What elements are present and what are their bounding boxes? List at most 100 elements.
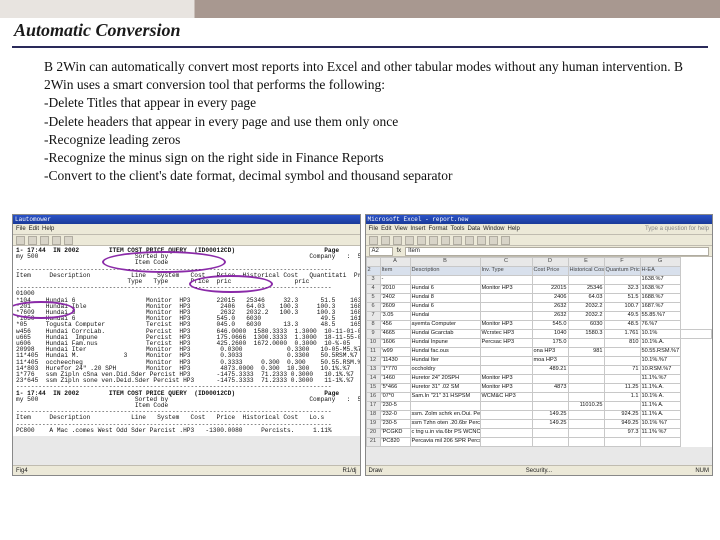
cell[interactable]: 100.7 — [604, 303, 640, 312]
cell[interactable] — [410, 276, 480, 285]
cell[interactable] — [480, 303, 532, 312]
cell[interactable]: WCM&C HP3 — [480, 393, 532, 402]
table-row[interactable]: 10'1606Hundai InpunePercsac HP3175.08101… — [366, 339, 712, 348]
row-num[interactable]: 8 — [366, 321, 380, 330]
cell[interactable]: 10.1%.%7 — [640, 357, 680, 366]
sort-az-icon[interactable] — [477, 236, 486, 245]
toolbar-icon[interactable] — [64, 236, 73, 245]
undo-icon[interactable] — [453, 236, 462, 245]
help-search-placeholder[interactable]: Type a question for help — [645, 226, 709, 232]
cell[interactable]: 11.1%.%7 — [640, 375, 680, 384]
cell[interactable] — [604, 438, 640, 447]
cell[interactable] — [480, 276, 532, 285]
table-row[interactable]: 15'5*466Huretor 31" .02 SMMonitor HP3487… — [366, 384, 712, 393]
sort-za-icon[interactable] — [489, 236, 498, 245]
cell[interactable]: 2032.2 — [568, 303, 604, 312]
cell[interactable]: 981 — [568, 348, 604, 357]
cell[interactable]: ona HP3 — [532, 348, 568, 357]
row-num[interactable]: 6 — [366, 303, 380, 312]
row-num[interactable]: 9 — [366, 330, 380, 339]
cell[interactable]: Hundai 6 — [410, 303, 480, 312]
cell[interactable]: 10.1%.A. — [640, 339, 680, 348]
table-row[interactable]: 18'232-0ssm. Zolm schrk en.Oui. Percist … — [366, 411, 712, 420]
paste-icon[interactable] — [441, 236, 450, 245]
menu-data[interactable]: Data — [467, 226, 480, 232]
cell[interactable]: '230-5 — [380, 402, 410, 411]
row-num[interactable]: 5 — [366, 294, 380, 303]
cell[interactable]: 1638.%7 — [640, 276, 680, 285]
cell[interactable] — [604, 276, 640, 285]
cell[interactable]: 2632 — [532, 303, 568, 312]
row-num[interactable]: 7 — [366, 312, 380, 321]
cell[interactable] — [532, 375, 568, 384]
cell[interactable]: 4873 — [532, 384, 568, 393]
cut-icon[interactable] — [417, 236, 426, 245]
header-cell[interactable]: Historical Costs — [568, 267, 604, 276]
toolbar-icon[interactable] — [28, 236, 37, 245]
cell[interactable]: 10.1% %7 — [640, 420, 680, 429]
cell[interactable]: 'PCGKD — [380, 429, 410, 438]
cell[interactable]: 11.25 — [604, 384, 640, 393]
cell[interactable]: c tng u.in via.6br PS WCNCS. HP3 — [410, 429, 480, 438]
cell[interactable]: 22015 — [532, 285, 568, 294]
toolbar-icon[interactable] — [52, 236, 61, 245]
menu-file[interactable]: File — [16, 226, 26, 232]
menu-window[interactable]: Window — [483, 226, 504, 232]
cell[interactable] — [480, 411, 532, 420]
fx-icon[interactable]: fx — [397, 248, 402, 254]
row-num[interactable]: 19 — [366, 420, 380, 429]
cell[interactable] — [532, 402, 568, 411]
cell[interactable]: '232-0 — [380, 411, 410, 420]
cell[interactable]: 11.1%.A. — [640, 384, 680, 393]
cell[interactable]: 11.1% A. — [640, 402, 680, 411]
col-letter[interactable]: F — [604, 258, 640, 267]
cell[interactable]: 51.5 — [604, 294, 640, 303]
cell[interactable]: Hundai Inpune — [410, 339, 480, 348]
cell[interactable]: '230-5 — [380, 420, 410, 429]
cell[interactable] — [568, 411, 604, 420]
cell[interactable] — [568, 393, 604, 402]
redo-icon[interactable] — [465, 236, 474, 245]
col-letter[interactable] — [366, 258, 380, 267]
cell[interactable]: 11010.25 — [568, 402, 604, 411]
cell[interactable]: Percavia mil 206 SPR Percsw. a03 — [410, 438, 480, 447]
table-row[interactable]: 4'2010Hundai 6Monitor HP3220152534632.31… — [366, 285, 712, 294]
cell[interactable]: '5*466 — [380, 384, 410, 393]
cell[interactable] — [568, 429, 604, 438]
cell[interactable]: 1.761 — [604, 330, 640, 339]
cell[interactable]: '4665 — [380, 330, 410, 339]
cell[interactable]: Hundai Gcarctab — [410, 330, 480, 339]
cell[interactable]: Hundai 8 — [410, 294, 480, 303]
cell[interactable]: 149.25 — [532, 411, 568, 420]
cell[interactable] — [640, 438, 680, 447]
cell[interactable] — [532, 429, 568, 438]
cell[interactable]: 2032.2 — [568, 312, 604, 321]
row-num[interactable]: 16 — [366, 393, 380, 402]
copy-icon[interactable] — [429, 236, 438, 245]
row-num[interactable]: 11 — [366, 348, 380, 357]
cell[interactable]: 64.03 — [568, 294, 604, 303]
table-row[interactable]: 12'11430Hundai Itermoa HP310.1%.%7 — [366, 357, 712, 366]
header-cell[interactable]: Description — [410, 267, 480, 276]
cell[interactable] — [480, 294, 532, 303]
row-num[interactable]: 4 — [366, 285, 380, 294]
cell[interactable] — [480, 366, 532, 375]
col-letter[interactable]: G — [640, 258, 680, 267]
cell[interactable]: Hundai 6 — [410, 285, 480, 294]
cell[interactable]: 924.25 — [604, 411, 640, 420]
cell[interactable] — [604, 357, 640, 366]
cell[interactable]: 1580.3 — [568, 330, 604, 339]
table-row[interactable]: 16'07*0Sam.In "21" 31 HSPSMWCM&C HP31.11… — [366, 393, 712, 402]
cell[interactable] — [568, 339, 604, 348]
row-num[interactable]: 13 — [366, 366, 380, 375]
cell[interactable] — [568, 420, 604, 429]
cell[interactable]: 55.85.%7 — [640, 312, 680, 321]
cell[interactable]: '07*0 — [380, 393, 410, 402]
cell[interactable] — [480, 357, 532, 366]
cell[interactable]: Wcrstec HP3 — [480, 330, 532, 339]
name-box[interactable]: A2 — [369, 247, 393, 256]
cell[interactable]: '1*770 — [380, 366, 410, 375]
header-cell[interactable]: H-EA — [640, 267, 680, 276]
row-num[interactable]: 3 — [366, 276, 380, 285]
cell[interactable]: 32.3 — [604, 285, 640, 294]
